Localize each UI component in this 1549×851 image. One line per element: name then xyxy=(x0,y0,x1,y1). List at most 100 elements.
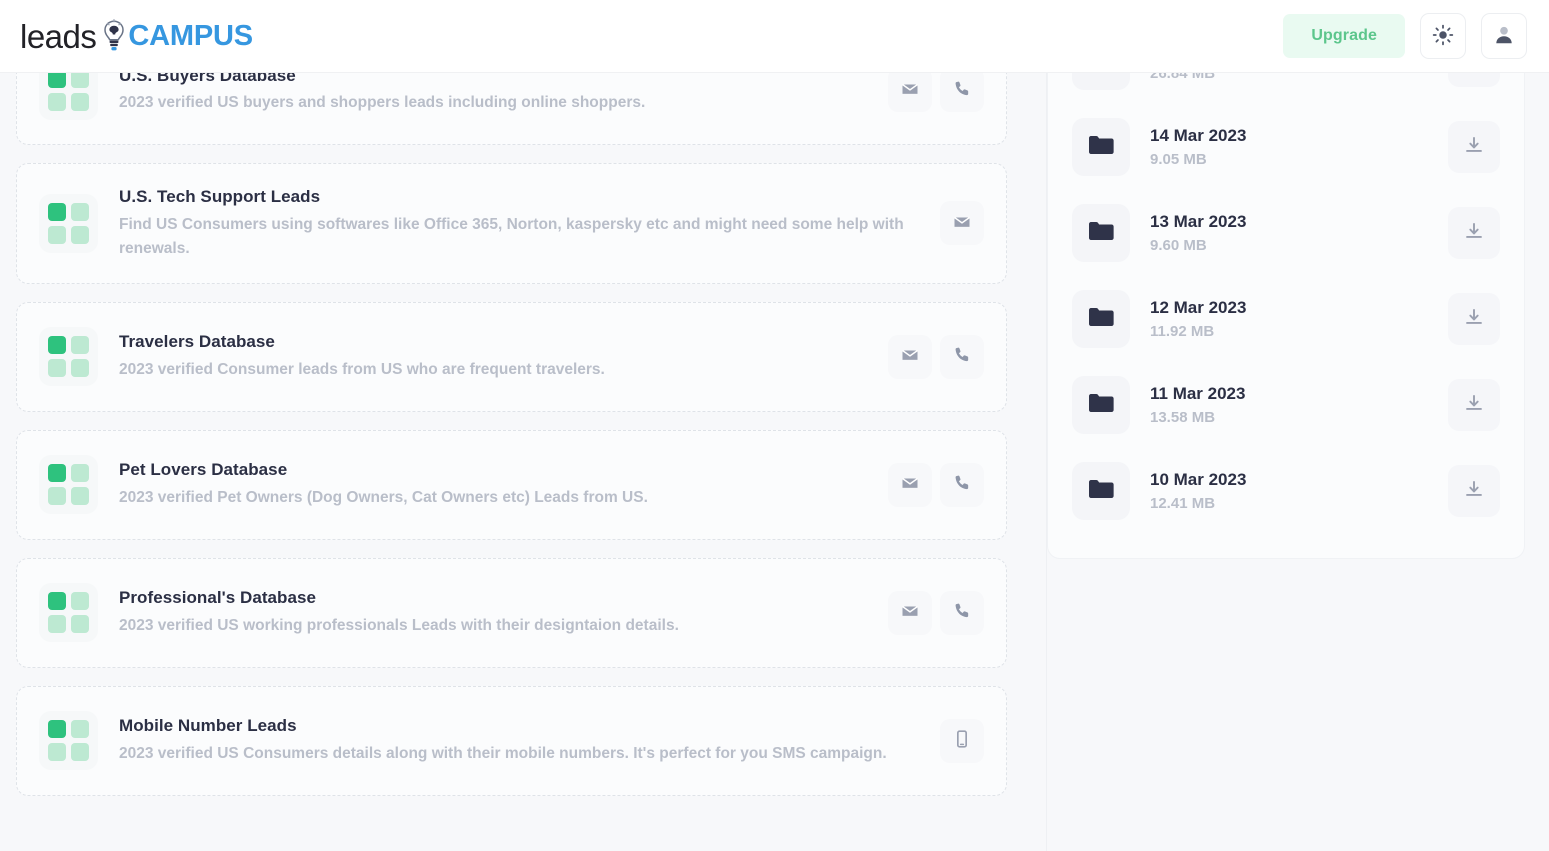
phone-icon xyxy=(952,473,972,496)
upgrade-button[interactable]: Upgrade xyxy=(1283,14,1405,58)
email-icon xyxy=(900,345,920,368)
download-icon xyxy=(1463,393,1485,418)
database-actions xyxy=(888,73,984,112)
lightbulb-icon xyxy=(101,19,127,53)
database-title: Professional's Database xyxy=(119,587,872,610)
database-card[interactable]: U.S. Buyers Database2023 verified US buy… xyxy=(16,73,1007,145)
file-row[interactable]: 12 Mar 2023 11.92 MB xyxy=(1066,276,1506,362)
phone-action-button[interactable] xyxy=(940,591,984,635)
page-body: U.S. Buyers Database2023 verified US buy… xyxy=(0,73,1549,851)
user-avatar-icon xyxy=(1493,24,1515,49)
folder-icon xyxy=(1086,302,1116,337)
database-text: U.S. Tech Support LeadsFind US Consumers… xyxy=(98,186,940,261)
file-row[interactable]: 13 Mar 2023 9.60 MB xyxy=(1066,190,1506,276)
file-text: 14 Mar 20239.05 MB xyxy=(1130,125,1448,170)
file-row[interactable]: 15 Mar 202326.84 MB xyxy=(1066,73,1506,104)
download-button[interactable] xyxy=(1448,207,1500,259)
email-action-button[interactable] xyxy=(940,201,984,245)
database-description: 2023 verified US Consumers details along… xyxy=(119,742,909,766)
folder-icon-wrap xyxy=(1072,118,1130,176)
file-size: 9.60 MB xyxy=(1150,236,1448,256)
database-title: Pet Lovers Database xyxy=(119,459,872,482)
database-description: Find US Consumers using softwares like O… xyxy=(119,213,909,261)
database-actions xyxy=(888,463,984,507)
account-button[interactable] xyxy=(1481,13,1527,59)
download-button[interactable] xyxy=(1448,73,1500,87)
database-grid-icon xyxy=(39,711,98,770)
file-row[interactable]: 11 Mar 2023 13.58 MB xyxy=(1066,362,1506,448)
file-date: 11 Mar 2023 xyxy=(1150,383,1448,405)
mobile-action-button[interactable] xyxy=(940,719,984,763)
email-action-button[interactable] xyxy=(888,463,932,507)
database-text: Professional's Database 2023 verified US … xyxy=(98,587,888,638)
logo-text-campus: CAMPUS xyxy=(128,22,252,51)
phone-icon xyxy=(952,345,972,368)
database-card[interactable]: Professional's Database 2023 verified US … xyxy=(16,558,1007,668)
header-actions: Upgrade xyxy=(1283,13,1527,59)
file-date: 12 Mar 2023 xyxy=(1150,297,1448,319)
database-description: 2023 verified US working professionals L… xyxy=(119,614,872,638)
app-logo[interactable]: leads CAMPUS xyxy=(20,14,253,58)
email-icon xyxy=(900,473,920,496)
phone-action-button[interactable] xyxy=(940,335,984,379)
download-button[interactable] xyxy=(1448,465,1500,517)
database-title: Travelers Database xyxy=(119,331,872,354)
sun-icon xyxy=(1432,24,1454,49)
database-grid-icon xyxy=(39,73,98,120)
file-row[interactable]: 10 Mar 202312.41 MB xyxy=(1066,448,1506,534)
email-action-button[interactable] xyxy=(888,73,932,112)
download-button[interactable] xyxy=(1448,121,1500,173)
database-grid-icon xyxy=(39,194,98,253)
folder-icon xyxy=(1086,130,1116,165)
download-icon xyxy=(1463,479,1485,504)
database-card[interactable]: Travelers Database 2023 verified Consumer… xyxy=(16,302,1007,412)
folder-icon-wrap xyxy=(1072,73,1130,90)
database-grid-icon xyxy=(39,327,98,386)
folder-icon xyxy=(1086,73,1116,79)
database-title: Mobile Number Leads xyxy=(119,715,924,738)
email-icon xyxy=(952,212,972,235)
email-action-button[interactable] xyxy=(888,335,932,379)
folder-icon-wrap xyxy=(1072,376,1130,434)
database-actions xyxy=(940,201,984,245)
file-size: 13.58 MB xyxy=(1150,408,1448,428)
folder-icon xyxy=(1086,474,1116,509)
database-title: U.S. Buyers Database xyxy=(119,73,872,87)
folder-icon-wrap xyxy=(1072,462,1130,520)
database-description: 2023 verified Pet Owners (Dog Owners, Ca… xyxy=(119,486,872,510)
database-text: Travelers Database 2023 verified Consumer… xyxy=(98,331,888,382)
file-size: 12.41 MB xyxy=(1150,494,1448,514)
download-button[interactable] xyxy=(1448,293,1500,345)
file-text: 10 Mar 202312.41 MB xyxy=(1130,469,1448,514)
database-grid-icon xyxy=(39,455,98,514)
file-text: 13 Mar 2023 9.60 MB xyxy=(1130,211,1448,256)
database-text: Mobile Number Leads 2023 verified US Cons… xyxy=(98,715,940,766)
database-text: Pet Lovers Database 2023 verified Pet Own… xyxy=(98,459,888,510)
download-icon xyxy=(1463,221,1485,246)
file-row[interactable]: 14 Mar 20239.05 MB xyxy=(1066,104,1506,190)
phone-action-button[interactable] xyxy=(940,73,984,112)
email-icon xyxy=(900,79,920,102)
database-card[interactable]: U.S. Tech Support LeadsFind US Consumers… xyxy=(16,163,1007,284)
download-button[interactable] xyxy=(1448,379,1500,431)
phone-action-button[interactable] xyxy=(940,463,984,507)
app-header: leads CAMPUS Upgrade xyxy=(0,0,1549,73)
theme-toggle-button[interactable] xyxy=(1420,13,1466,59)
files-card: 15 Mar 202326.84 MB 14 Mar 20239.05 MB 13 … xyxy=(1047,73,1525,559)
database-card[interactable]: Pet Lovers Database 2023 verified Pet Own… xyxy=(16,430,1007,540)
databases-list: U.S. Buyers Database2023 verified US buy… xyxy=(0,73,1047,814)
file-date: 13 Mar 2023 xyxy=(1150,211,1448,233)
email-icon xyxy=(900,601,920,624)
database-text: U.S. Buyers Database2023 verified US buy… xyxy=(98,73,888,115)
database-grid-icon xyxy=(39,583,98,642)
file-size: 26.84 MB xyxy=(1150,73,1448,83)
file-text: 15 Mar 202326.84 MB xyxy=(1130,73,1448,83)
file-size: 11.92 MB xyxy=(1150,322,1448,342)
folder-icon-wrap xyxy=(1072,204,1130,262)
database-description: 2023 verified Consumer leads from US who… xyxy=(119,358,872,382)
download-icon xyxy=(1463,135,1485,160)
file-size: 9.05 MB xyxy=(1150,150,1448,170)
email-action-button[interactable] xyxy=(888,591,932,635)
logo-text-leads: leads xyxy=(20,20,96,53)
database-card[interactable]: Mobile Number Leads 2023 verified US Cons… xyxy=(16,686,1007,796)
